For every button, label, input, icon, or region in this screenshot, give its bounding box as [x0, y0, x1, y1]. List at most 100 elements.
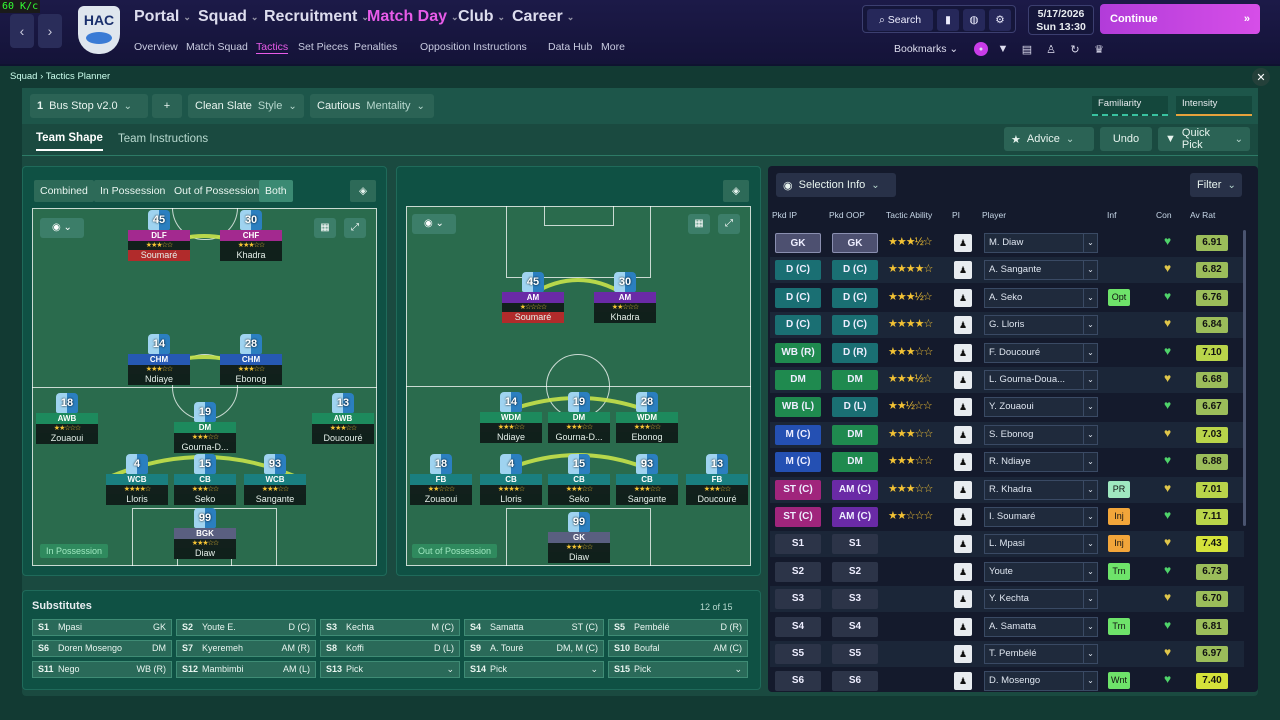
player-card[interactable]: 28 CHM ★★★☆☆ Ebonog: [220, 334, 282, 385]
submenu-penalties[interactable]: Penalties: [354, 41, 397, 53]
pkd-ip-pill[interactable]: WB (R): [775, 342, 821, 363]
player-dropdown[interactable]: S. Ebonog ⌄: [984, 424, 1098, 445]
refresh-icon[interactable]: ↻: [1068, 42, 1082, 56]
submenu-opposition-instructions[interactable]: Opposition Instructions: [420, 41, 527, 53]
pkd-oop-pill[interactable]: S2: [832, 561, 878, 582]
pkd-ip-pill[interactable]: S3: [775, 589, 821, 610]
bookmarks-menu[interactable]: Bookmarks ⌄: [894, 43, 958, 55]
player-instructions-icon[interactable]: ♟: [954, 480, 972, 499]
player-card[interactable]: 19 DM ★★★☆☆ Gourna-D...: [174, 402, 236, 453]
quick-pick-button[interactable]: ▼ Quick Pick ⌄: [1158, 127, 1250, 151]
player-instructions-icon[interactable]: ♟: [954, 672, 972, 691]
table-row[interactable]: S1 S1 ♟ L. Mpasi ⌄ Inj ♥ 7.43: [770, 531, 1244, 558]
sub-slot[interactable]: S12 Mambimbi AM (L): [176, 661, 316, 678]
player-dropdown[interactable]: L. Mpasi ⌄: [984, 534, 1098, 555]
menu-squad[interactable]: Squad ⌄: [198, 8, 258, 26]
table-row[interactable]: ST (C) AM (C) ★★★☆☆ ♟ R. Khadra ⌄ PR ♥ 7.01: [770, 476, 1244, 503]
familiarity-meter[interactable]: Familiarity: [1092, 96, 1168, 116]
sub-slot[interactable]: S13 Pick ⌄: [320, 661, 460, 678]
search-button[interactable]: ⌕ Search: [867, 9, 933, 31]
player-card[interactable]: 14 CHM ★★★☆☆ Ndiaye: [128, 334, 190, 385]
menu-recruitment[interactable]: Recruitment ⌄: [264, 8, 369, 26]
player-dropdown[interactable]: M. Diaw ⌄: [984, 233, 1098, 253]
player-instructions-icon[interactable]: ♟: [954, 535, 972, 554]
pitch-settings-icon[interactable]: ◈: [350, 180, 376, 202]
header-tactic-ability[interactable]: Tactic Ability: [886, 210, 932, 220]
player-card[interactable]: 15 CB ★★★☆☆ Seko: [548, 454, 610, 505]
player-instructions-icon[interactable]: ♟: [954, 425, 972, 444]
player-card[interactable]: 28 WDM ★★★☆☆ Ebonog: [616, 392, 678, 443]
player-card[interactable]: 45 DLF ★★★☆☆ Soumaré: [128, 210, 190, 261]
pkd-oop-pill[interactable]: S1: [832, 534, 878, 555]
player-card[interactable]: 93 CB ★★★☆☆ Sangante: [616, 454, 678, 505]
submenu-overview[interactable]: Overview: [134, 41, 178, 53]
table-row[interactable]: S6 S6 ♟ D. Mosengo ⌄ Wnt ♥ 7.40: [770, 668, 1244, 694]
submenu-data-hub[interactable]: Data Hub: [548, 41, 592, 53]
forward-button[interactable]: ›: [38, 14, 62, 48]
pkd-oop-pill[interactable]: S5: [832, 644, 878, 664]
sub-slot[interactable]: S10 Boufal AM (C): [608, 640, 748, 657]
pkd-ip-pill[interactable]: DM: [775, 370, 821, 390]
player-instructions-icon[interactable]: ♟: [954, 617, 972, 636]
player-dropdown[interactable]: G. Lloris ⌄: [984, 315, 1098, 336]
pkd-oop-pill[interactable]: DM: [832, 452, 878, 473]
header-pi[interactable]: PI: [952, 210, 960, 220]
advice-button[interactable]: ★ Advice ⌄: [1004, 127, 1094, 151]
player-card[interactable]: 30 AM ★★☆☆☆ Khadra: [594, 272, 656, 323]
submenu-tactics[interactable]: Tactics: [256, 41, 289, 54]
player-card[interactable]: 45 AM ★☆☆☆☆ Soumaré: [502, 272, 564, 323]
continue-button[interactable]: Continue »: [1100, 4, 1260, 34]
player-card[interactable]: 99 GK ★★★☆☆ Diaw: [548, 512, 610, 563]
submenu-set-pieces[interactable]: Set Pieces: [298, 41, 348, 53]
pkd-oop-pill[interactable]: S4: [832, 616, 878, 637]
pkd-oop-pill[interactable]: D (C): [832, 287, 878, 308]
header-player[interactable]: Player: [982, 210, 1006, 220]
player-card[interactable]: 18 AWB ★★☆☆☆ Zouaoui: [36, 393, 98, 444]
notebook-icon[interactable]: ▮: [937, 9, 959, 31]
player-card[interactable]: 93 WCB ★★★☆☆ Sangante: [244, 454, 306, 505]
player-instructions-icon[interactable]: ♟: [954, 453, 972, 472]
table-row[interactable]: S4 S4 ♟ A. Samatta ⌄ Trn ♥ 6.81: [770, 614, 1244, 640]
player-card[interactable]: 4 CB ★★★★☆ Lloris: [480, 454, 542, 505]
pkd-oop-pill[interactable]: D (C): [832, 315, 878, 336]
pkd-oop-pill[interactable]: S6: [832, 671, 878, 692]
player-instructions-icon[interactable]: ♟: [954, 316, 972, 335]
add-tactic-button[interactable]: +: [152, 94, 182, 118]
player-dropdown[interactable]: Youte ⌄: [984, 561, 1098, 582]
style-dropdown[interactable]: Clean Slate Style ⌄: [188, 94, 304, 118]
player-dropdown[interactable]: Y. Kechta ⌄: [984, 589, 1098, 610]
mentality-dropdown[interactable]: Cautious Mentality ⌄: [310, 94, 434, 118]
player-card[interactable]: 18 FB ★★☆☆☆ Zouaoui: [410, 454, 472, 505]
phase-both[interactable]: Both: [259, 180, 293, 202]
player-card[interactable]: 30 CHF ★★★☆☆ Khadra: [220, 210, 282, 261]
player-instructions-icon[interactable]: ♟: [954, 398, 972, 417]
table-row[interactable]: M (C) DM ★★★☆☆ ♟ S. Ebonog ⌄ ♥ 7.03: [770, 421, 1244, 448]
pkd-ip-pill[interactable]: D (C): [775, 260, 821, 281]
player-instructions-icon[interactable]: ♟: [954, 343, 972, 362]
pkd-ip-pill[interactable]: M (C): [775, 452, 821, 473]
player-card[interactable]: 99 BGK ★★★☆☆ Diaw: [174, 508, 236, 559]
pkd-oop-pill[interactable]: S3: [832, 589, 878, 610]
header-con[interactable]: Con: [1156, 210, 1172, 220]
player-dropdown[interactable]: I. Soumaré ⌄: [984, 507, 1098, 527]
table-row[interactable]: DM DM ★★★½☆ ♟ L. Gourna-Doua... ⌄ ♥ 6.68: [770, 367, 1244, 393]
sub-slot[interactable]: S2 Youte E. D (C): [176, 619, 316, 636]
pkd-ip-pill[interactable]: S5: [775, 644, 821, 664]
phase-out-of-possession[interactable]: Out of Possession: [168, 180, 266, 202]
player-instructions-icon[interactable]: ♟: [954, 562, 972, 581]
bench-icon[interactable]: ♙: [1044, 42, 1058, 56]
table-row[interactable]: WB (R) D (R) ★★★☆☆ ♟ F. Doucouré ⌄ ♥ 7.10: [770, 340, 1244, 366]
player-dropdown[interactable]: F. Doucouré ⌄: [984, 342, 1098, 363]
player-card[interactable]: 13 FB ★★★☆☆ Doucouré: [686, 454, 748, 505]
sub-slot[interactable]: S7 Kyeremeh AM (R): [176, 640, 316, 657]
pkd-ip-pill[interactable]: S1: [775, 534, 821, 555]
pkd-ip-pill[interactable]: ST (C): [775, 507, 821, 527]
date-display[interactable]: 5/17/2026 Sun 13:30: [1028, 5, 1094, 35]
close-icon[interactable]: ✕: [1252, 68, 1270, 86]
player-instructions-icon[interactable]: ♟: [954, 288, 972, 307]
player-instructions-icon[interactable]: ♟: [954, 590, 972, 609]
player-instructions-icon[interactable]: ♟: [954, 234, 972, 252]
pkd-ip-pill[interactable]: S6: [775, 671, 821, 692]
table-row[interactable]: M (C) DM ★★★☆☆ ♟ R. Ndiaye ⌄ ♥ 6.88: [770, 449, 1244, 475]
player-dropdown[interactable]: Y. Zouaoui ⌄: [984, 397, 1098, 418]
